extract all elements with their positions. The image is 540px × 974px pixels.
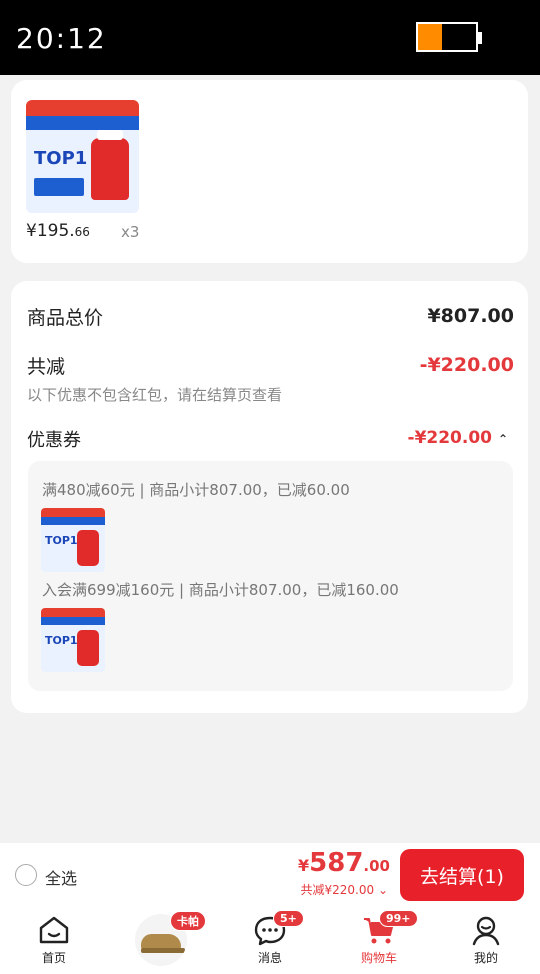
tab-home[interactable]: 首页 — [14, 908, 94, 974]
status-bar: 20:12 — [0, 0, 540, 75]
coupon-detail-box: 满480减60元 | 商品小计807.00，已减60.00 TOP1 入会满69… — [28, 461, 513, 691]
coupon-line-1: 满480减60元 | 商品小计807.00，已减60.00 — [42, 481, 350, 499]
total-price-label: 商品总价 — [27, 307, 104, 329]
cart-badge: 99+ — [379, 910, 418, 927]
bottom-tab-bar: 首页 卡帕 消息 5+ 购物车 99+ 我的 — [0, 908, 540, 974]
select-all-label[interactable]: 全选 — [45, 865, 77, 889]
chevron-down-icon: ⌄ — [377, 883, 388, 897]
product-card: TOP1 ¥195.66 x3 — [11, 80, 528, 263]
product-image[interactable]: TOP1 — [26, 100, 139, 213]
messages-badge: 5+ — [273, 910, 304, 927]
coupon-toggle[interactable]: -¥220.00 ⌃ — [408, 428, 508, 448]
discount-value: -¥220.00 — [419, 354, 514, 376]
discount-note: 以下优惠不包含红包，请在结算页查看 — [27, 386, 283, 404]
checkout-total: ¥587.00 — [298, 848, 390, 878]
coupon-product-image-1: TOP1 — [41, 508, 105, 572]
product-price: ¥195.66 — [26, 221, 90, 241]
battery-icon — [416, 22, 482, 52]
select-all-radio[interactable] — [15, 864, 37, 886]
chevron-up-icon: ⌃ — [497, 432, 508, 446]
coupon-line-2: 入会满699减160元 | 商品小计807.00，已减160.00 — [42, 581, 399, 599]
tab-mine[interactable]: 我的 — [446, 908, 526, 974]
home-icon — [39, 916, 69, 944]
checkout-bar: 全选 ¥587.00 共减¥220.00 ⌄ 去结算(1) — [0, 843, 540, 908]
coupon-value: -¥220.00 — [407, 428, 493, 448]
coupon-label: 优惠券 — [27, 430, 81, 451]
user-icon — [472, 916, 500, 946]
checkout-button[interactable]: 去结算(1) — [400, 849, 524, 901]
price-summary-card: 商品总价 ¥807.00 共减 -¥220.00 以下优惠不包含红包，请在结算页… — [11, 281, 528, 713]
checkout-saved[interactable]: 共减¥220.00 ⌄ — [300, 881, 388, 898]
kappa-badge: 卡帕 — [170, 911, 206, 931]
status-time: 20:12 — [16, 22, 107, 55]
discount-label: 共减 — [27, 356, 66, 378]
total-price-value: ¥807.00 — [427, 305, 514, 327]
coupon-product-image-2: TOP1 — [41, 608, 105, 672]
product-quantity: x3 — [121, 223, 140, 241]
shoe-icon — [141, 934, 185, 953]
